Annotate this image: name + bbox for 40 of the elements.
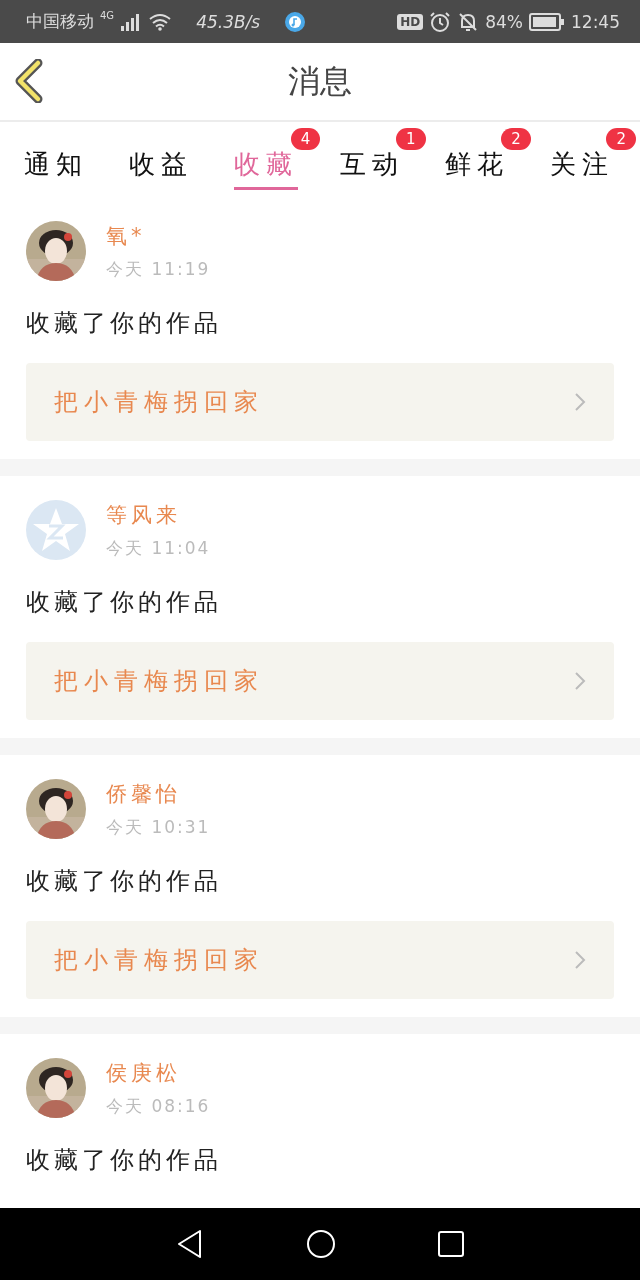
wifi-icon: [148, 12, 173, 31]
message-text: 收藏了你的作品: [26, 866, 223, 897]
carrier-name: 中国移动: [26, 10, 94, 33]
tab[interactable]: 收益: [129, 132, 194, 190]
message-time: 今天 08:16: [106, 1094, 211, 1118]
message-time: 今天 10:31: [106, 815, 211, 839]
message-time: 今天 11:19: [106, 257, 211, 281]
chevron-right-icon: [574, 671, 586, 691]
user-name[interactable]: 侨馨怡: [106, 779, 211, 808]
chevron-left-icon: [14, 59, 44, 103]
battery-percent: 84%: [485, 11, 523, 32]
user-name[interactable]: 侯庚松: [106, 1058, 211, 1087]
clock-time: 12:45: [571, 11, 620, 32]
back-button[interactable]: [14, 59, 44, 103]
hd-badge: HD: [397, 13, 424, 30]
work-link[interactable]: 把小青梅拐回家: [26, 921, 614, 999]
work-link[interactable]: 把小青梅拐回家: [26, 642, 614, 720]
music-app-icon: [284, 10, 307, 33]
work-link[interactable]: 把小青梅拐回家: [26, 363, 614, 441]
count-badge: 2: [501, 128, 531, 150]
message-text: 收藏了你的作品: [26, 308, 223, 339]
page-title: 消息: [288, 60, 352, 102]
message-time: 今天 11:04: [106, 536, 211, 560]
recents-square-icon[interactable]: [437, 1230, 465, 1258]
count-badge: 2: [606, 128, 636, 150]
network-speed: 45.3B/s: [196, 11, 261, 32]
default-avatar-icon: [26, 500, 86, 560]
user-name[interactable]: 等风来: [106, 500, 211, 529]
chevron-right-icon: [574, 392, 586, 412]
network-type: 4G: [100, 10, 115, 21]
chevron-right-icon: [574, 950, 586, 970]
count-badge: 4: [290, 128, 321, 150]
user-name[interactable]: 氧*: [106, 221, 211, 250]
count-badge: 1: [396, 128, 426, 150]
tab[interactable]: 通知: [24, 132, 88, 190]
message-text: 收藏了你的作品: [26, 587, 223, 618]
message-text: 收藏了你的作品: [26, 1145, 223, 1176]
alarm-icon: [429, 10, 452, 33]
home-circle-icon[interactable]: [305, 1228, 337, 1260]
battery-icon: [529, 11, 565, 32]
